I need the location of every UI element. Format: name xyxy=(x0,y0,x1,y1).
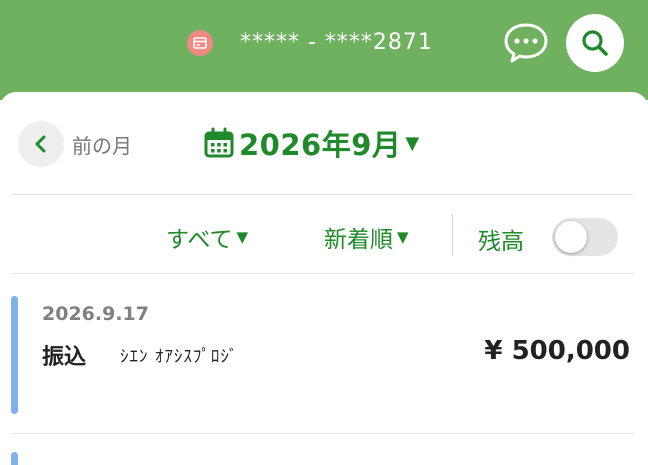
caret-down-icon: ▼ xyxy=(236,228,249,246)
chat-bubble-icon xyxy=(504,23,548,63)
type-filter-label: すべて xyxy=(166,227,233,253)
transaction-amount: ¥ 500,000 xyxy=(484,336,630,366)
caret-down-icon: ▼ xyxy=(405,132,420,154)
balance-toggle[interactable] xyxy=(552,218,618,256)
divider xyxy=(12,433,634,434)
balance-toggle-label: 残高 xyxy=(478,229,524,255)
account-number: ***** - ****2871 xyxy=(240,30,433,55)
toggle-knob xyxy=(555,221,587,253)
month-selector[interactable]: 2026年9月 ▼ xyxy=(203,122,419,164)
card-icon xyxy=(187,30,213,56)
sort-dropdown[interactable]: 新着順 ▼ xyxy=(324,220,409,254)
transaction-date: 2026.9.17 xyxy=(42,303,149,325)
month-label: 2026年9月 xyxy=(239,128,402,162)
transaction-type: 振込 xyxy=(42,345,87,370)
prev-month-label[interactable]: 前の月 xyxy=(72,130,132,159)
prev-month-button[interactable] xyxy=(18,121,64,167)
filter-separator xyxy=(452,214,453,256)
search-icon xyxy=(582,30,608,56)
transaction-marker xyxy=(11,296,18,414)
chevron-left-icon xyxy=(35,135,46,153)
divider xyxy=(12,194,634,195)
transaction-description: ｼｴﾝ ｵｱｼｽﾌﾟﾛｼﾞ xyxy=(120,347,239,367)
type-filter-dropdown[interactable]: すべて ▼ xyxy=(166,220,248,254)
caret-down-icon: ▼ xyxy=(397,228,409,246)
header-bar: ***** - ****2871 xyxy=(0,0,648,100)
search-button[interactable] xyxy=(566,14,624,72)
chat-button[interactable] xyxy=(500,20,552,66)
transaction-marker xyxy=(11,452,18,465)
sort-label: 新着順 xyxy=(324,227,393,253)
calendar-icon xyxy=(204,127,234,158)
divider xyxy=(12,273,634,274)
